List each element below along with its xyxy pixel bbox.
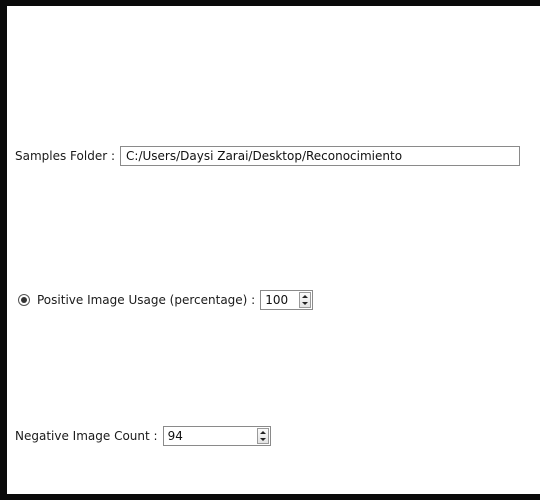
negative-count-spinbox[interactable]: 94 <box>162 426 271 446</box>
positive-usage-increment-button[interactable] <box>300 293 310 300</box>
samples-folder-input[interactable] <box>120 146 521 166</box>
negative-count-decrement-button[interactable] <box>258 436 268 443</box>
triangle-down-icon <box>302 302 309 305</box>
positive-usage-value: 100 <box>265 293 289 307</box>
positive-usage-spinbox[interactable]: 100 <box>260 290 314 310</box>
settings-panel: Samples Folder : Positive Image Usage (p… <box>0 0 540 500</box>
positive-usage-label: Positive Image Usage (percentage) : <box>37 293 256 307</box>
positive-usage-radio[interactable] <box>18 294 30 306</box>
triangle-up-icon <box>259 431 266 434</box>
positive-usage-row: Positive Image Usage (percentage) : 100 <box>18 290 314 310</box>
samples-folder-label: Samples Folder : <box>15 149 116 163</box>
positive-usage-decrement-button[interactable] <box>300 300 310 307</box>
negative-count-spin-buttons <box>256 428 269 444</box>
samples-folder-row: Samples Folder : <box>15 146 521 166</box>
negative-count-row: Negative Image Count : 94 <box>15 426 271 446</box>
triangle-down-icon <box>259 438 266 441</box>
radio-selected-icon <box>21 297 27 303</box>
negative-count-increment-button[interactable] <box>258 429 268 436</box>
negative-count-value: 94 <box>167 429 183 443</box>
negative-count-label: Negative Image Count : <box>15 429 158 443</box>
triangle-up-icon <box>302 295 309 298</box>
positive-usage-spin-buttons <box>299 292 312 308</box>
